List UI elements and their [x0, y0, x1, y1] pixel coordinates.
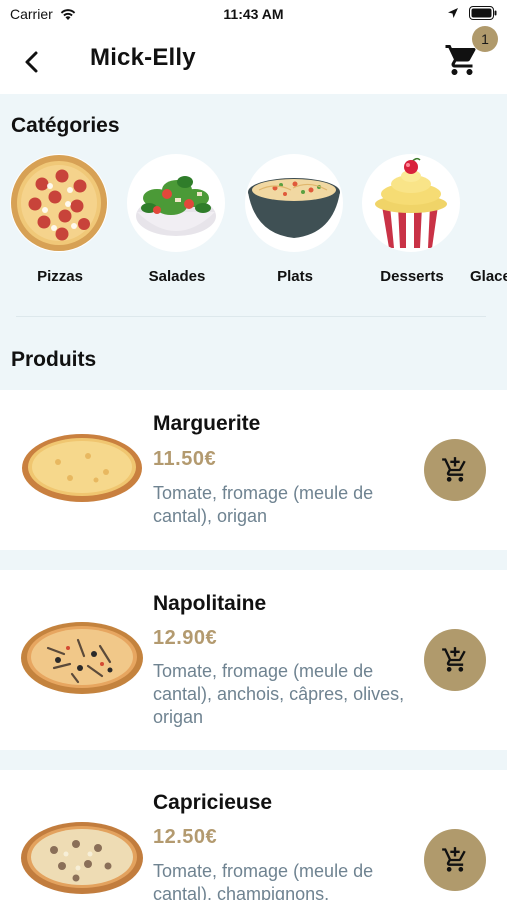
- category-label: Glaces: [470, 268, 507, 285]
- back-chevron-icon[interactable]: [18, 48, 46, 76]
- navigation-bar: Mick-Elly 1: [0, 26, 507, 94]
- product-card[interactable]: Capricieuse 12.50€ Tomate, fromage (meul…: [0, 770, 507, 900]
- product-name: Marguerite: [153, 412, 261, 435]
- category-glaces[interactable]: Glaces: [470, 154, 507, 285]
- cupcake-category-image: [362, 154, 460, 252]
- page-title: Mick-Elly: [90, 44, 196, 71]
- product-description: Tomate, fromage (meule de cantal), origa…: [153, 483, 374, 526]
- categories-section: Catégories Pizzas Salades Plats Desserts…: [0, 94, 507, 390]
- dish-category-image: [245, 154, 343, 252]
- category-salades[interactable]: Salades: [127, 154, 227, 285]
- card-separator: [0, 550, 507, 570]
- cart-count-badge: 1: [472, 26, 498, 52]
- category-label: Salades: [148, 268, 206, 285]
- category-label: Pizzas: [37, 268, 83, 285]
- pizza-category-image: [10, 154, 108, 252]
- napolitaine-pizza-image: [21, 622, 143, 694]
- product-description: Tomate, fromage (meule de cantal), ancho…: [153, 661, 405, 727]
- salad-category-image: [127, 154, 225, 252]
- add-cart-icon: [442, 457, 466, 482]
- capricieuse-pizza-image: [21, 822, 143, 894]
- product-card[interactable]: Marguerite 11.50€ Tomate, fromage (meule…: [0, 390, 507, 550]
- products-title: Produits: [11, 348, 97, 371]
- marguerite-pizza-image: [22, 434, 142, 502]
- category-label: Desserts: [380, 268, 444, 285]
- status-right: [447, 6, 497, 20]
- product-price: 11.50€: [153, 448, 217, 470]
- add-cart-icon: [442, 847, 466, 872]
- clock: 11:43 AM: [223, 6, 284, 22]
- battery-icon: [469, 6, 497, 20]
- product-price: 12.90€: [153, 627, 218, 649]
- location-arrow-icon: [448, 8, 458, 18]
- card-separator: [0, 750, 507, 770]
- product-description: Tomate, fromage (meule de cantal), champ…: [153, 861, 374, 900]
- section-divider: [16, 316, 486, 317]
- product-card[interactable]: Napolitaine 12.90€ Tomate, fromage (meul…: [0, 570, 507, 750]
- categories-title: Catégories: [11, 114, 120, 137]
- product-name: Napolitaine: [153, 592, 267, 615]
- category-pizzas[interactable]: Pizzas: [10, 154, 110, 285]
- add-to-cart-button[interactable]: [424, 829, 486, 891]
- product-price: 12.50€: [153, 826, 218, 848]
- add-to-cart-button[interactable]: [424, 439, 486, 501]
- product-name: Capricieuse: [153, 791, 273, 814]
- category-plats[interactable]: Plats: [245, 154, 345, 285]
- category-label: Plats: [277, 268, 313, 285]
- add-cart-icon: [442, 647, 466, 672]
- status-bar: Carrier 11:43 AM: [0, 0, 507, 30]
- add-to-cart-button[interactable]: [424, 629, 486, 691]
- category-desserts[interactable]: Desserts: [362, 154, 462, 285]
